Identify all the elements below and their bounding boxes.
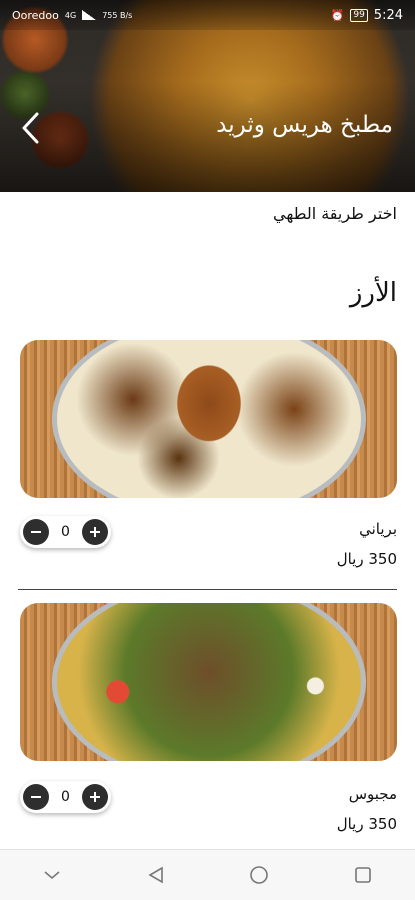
- biryani-dish-image: [52, 340, 366, 498]
- page-title: مطبخ هريس وثريد: [216, 112, 393, 138]
- quantity-stepper: 0: [20, 516, 111, 548]
- status-bar: Ooredoo 4G 755 B/s ⏰ 99 5:24: [0, 0, 415, 30]
- majboos-dish-image: [52, 603, 366, 761]
- minus-icon: [31, 796, 41, 798]
- collapse-chevron-icon: [44, 871, 60, 880]
- recents-square-icon: [355, 867, 371, 883]
- increase-button[interactable]: [81, 519, 108, 545]
- alarm-icon: ⏰: [330, 8, 345, 22]
- time-label: 5:24: [373, 7, 403, 23]
- plus-icon: [89, 527, 100, 537]
- quantity-value: 0: [61, 524, 70, 540]
- increase-button[interactable]: [81, 784, 108, 810]
- minus-icon: [31, 531, 41, 533]
- quantity-value: 0: [61, 789, 70, 805]
- decrease-button[interactable]: [23, 519, 49, 545]
- home-circle-icon: [250, 866, 269, 884]
- decrease-button[interactable]: [23, 784, 49, 810]
- status-left: Ooredoo 4G 755 B/s: [12, 9, 132, 22]
- menu-item-name: مجبوس: [348, 785, 397, 803]
- quantity-stepper: 0: [20, 781, 111, 813]
- signal-icon: [82, 10, 97, 20]
- chevron-left-icon: [22, 112, 39, 144]
- nav-collapse-button[interactable]: [32, 855, 72, 895]
- menu-item-price: 350 ريال: [336, 550, 397, 568]
- menu-item-name: برياني: [359, 520, 397, 538]
- carrier-label: Ooredoo: [12, 8, 59, 22]
- menu-item-card: 0 مجبوس 350 ريال: [0, 603, 415, 858]
- nav-recents-button[interactable]: [343, 855, 383, 895]
- status-right: ⏰ 99 5:24: [331, 8, 403, 23]
- nav-home-button[interactable]: [239, 855, 279, 895]
- menu-item-price: 350 ريال: [336, 815, 397, 833]
- menu-item-card: 0 برياني 350 ريال: [0, 340, 415, 595]
- speed-label: 755 B/s: [102, 10, 133, 20]
- back-button[interactable]: [14, 108, 46, 148]
- system-nav-bar: [0, 849, 415, 900]
- section-title-rice: الأرز: [349, 278, 397, 308]
- network-label: 4G: [64, 10, 77, 20]
- back-triangle-icon: [148, 866, 163, 884]
- item-divider: [18, 589, 397, 590]
- battery-icon: 99: [350, 8, 368, 22]
- menu-item-image[interactable]: [20, 603, 397, 761]
- plus-icon: [89, 792, 100, 802]
- cooking-method-subtitle: اختر طريقة الطهي: [272, 204, 397, 223]
- nav-back-button[interactable]: [136, 855, 176, 895]
- menu-item-image[interactable]: [20, 340, 397, 498]
